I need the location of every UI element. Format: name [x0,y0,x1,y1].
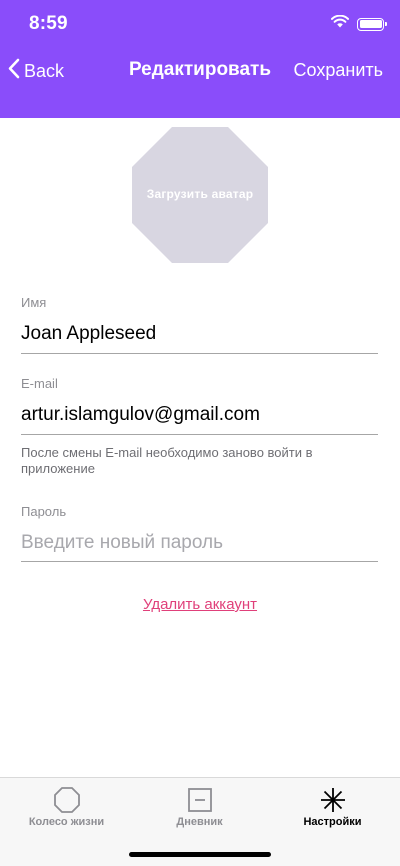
email-hint: После смены E-mail необходимо заново вой… [21,445,313,476]
navigation-header: 8:59 Back Редактировать Сохранить [0,0,400,118]
back-button[interactable]: Back [8,58,65,84]
tab-settings[interactable]: Настройки [266,778,399,836]
minus-square-icon [186,786,214,814]
save-button[interactable]: Сохранить [294,60,383,81]
tab-life-wheel[interactable]: Колесо жизни [0,778,133,836]
email-label: E-mail [21,376,58,391]
tab-settings-label: Настройки [303,816,362,828]
upload-avatar-label: Загрузить аватар [146,187,254,201]
upload-avatar-button[interactable]: Загрузить аватар [131,126,269,264]
battery-icon [357,17,387,31]
email-field[interactable] [21,402,378,428]
password-label: Пароль [21,504,67,519]
password-underline [21,561,378,562]
status-time: 8:59 [29,13,68,34]
email-underline [21,434,378,435]
chevron-left-icon [8,58,20,84]
name-field[interactable] [21,321,378,347]
password-field[interactable] [21,530,378,556]
tab-diary[interactable]: Дневник [133,778,266,836]
name-underline [21,353,378,354]
delete-account-link[interactable]: Удалить аккаунт [0,596,400,613]
tab-bar: Колесо жизни Дневник Настройки [0,777,400,866]
tab-diary-label: Дневник [176,816,223,828]
status-icons [331,14,387,33]
tab-life-wheel-label: Колесо жизни [28,816,105,828]
octagon-icon [53,786,81,814]
back-button-label: Back [24,60,65,81]
asterisk-icon [319,786,347,814]
home-indicator [129,852,271,857]
name-label: Имя [21,295,47,310]
wifi-icon [331,14,349,33]
